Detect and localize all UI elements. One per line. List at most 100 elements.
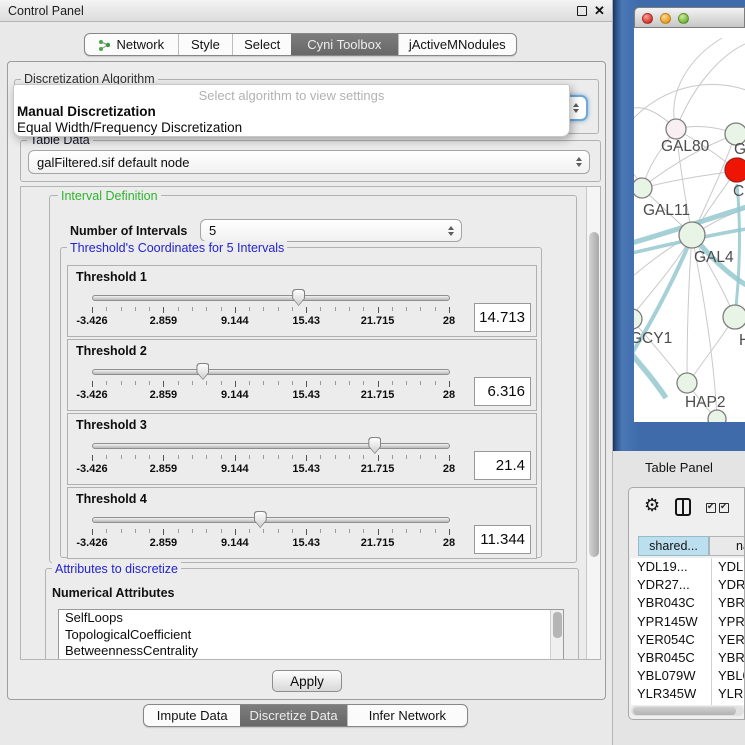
slider-track[interactable]: [92, 295, 450, 301]
network-node-gal4[interactable]: [679, 222, 705, 248]
threshold-value-field[interactable]: 14.713: [474, 303, 531, 332]
column-header-shared-name[interactable]: shared...: [638, 536, 709, 556]
float-window-icon[interactable]: [577, 6, 587, 16]
table-data-combobox[interactable]: galFiltered.sif default node: [28, 150, 590, 174]
table-cell[interactable]: YDL1: [718, 559, 744, 574]
close-light[interactable]: [642, 13, 653, 24]
tab-network[interactable]: Network: [85, 34, 178, 55]
tab-cyni-toolbox[interactable]: Cyni Toolbox: [291, 34, 398, 55]
table-cell[interactable]: YLR345W: [637, 686, 696, 701]
slider-tick: [249, 307, 250, 311]
table-row[interactable]: YPR145W YPR1: [631, 613, 744, 631]
table-cell[interactable]: YBR0: [718, 650, 744, 665]
tab-style[interactable]: Style: [178, 34, 233, 55]
network-node-gal11[interactable]: [634, 178, 652, 198]
threshold-value-field[interactable]: 6.316: [474, 377, 531, 406]
table-cell[interactable]: YER0: [718, 632, 744, 647]
network-node-h[interactable]: [723, 305, 745, 329]
table-cell[interactable]: YER054C: [637, 632, 695, 647]
dropdown-item-manual-discretization[interactable]: Manual Discretization: [17, 104, 156, 119]
dropdown-item-equal-width-frequency[interactable]: Equal Width/Frequency Discretization: [17, 120, 242, 135]
vertical-scrollbar[interactable]: [586, 187, 600, 659]
slider-tick: [306, 529, 307, 535]
slider-tick: [392, 381, 393, 385]
table-cell[interactable]: YDR27...: [637, 577, 690, 592]
attribute-list-item[interactable]: SelfLoops: [59, 610, 563, 627]
tab-select[interactable]: Select: [232, 34, 291, 55]
numerical-attributes-list[interactable]: SelfLoopsTopologicalCoefficientBetweenne…: [58, 609, 564, 660]
table-cell[interactable]: YBR045C: [637, 650, 695, 665]
network-node[interactable]: [708, 410, 726, 422]
attribute-list-item[interactable]: BetweennessCentrality: [59, 643, 563, 660]
tab-discretize-data[interactable]: Discretize Data: [240, 705, 346, 726]
slider-track[interactable]: [92, 369, 450, 375]
vertical-scrollbar-thumb[interactable]: [589, 232, 599, 557]
tab-impute-data[interactable]: Impute Data: [144, 705, 240, 726]
table-cell[interactable]: YBL0: [718, 668, 744, 683]
slider-tick: [121, 455, 122, 459]
table-row[interactable]: YIL052CYIL0: [631, 704, 744, 705]
attribute-list-item[interactable]: TopologicalCoefficient: [59, 627, 563, 644]
threshold-value-field[interactable]: 21.4: [474, 451, 531, 480]
tab-jactivemnodules[interactable]: jActiveMNodules: [398, 34, 516, 55]
threshold-slider[interactable]: -3.4262.8599.14415.4321.71528: [68, 340, 536, 410]
minimize-light[interactable]: [660, 13, 671, 24]
list-scrollbar-thumb[interactable]: [553, 612, 562, 638]
tab-infer-network[interactable]: Infer Network: [347, 705, 467, 726]
slider-handle[interactable]: [292, 289, 305, 306]
table-row[interactable]: YLR345W YLR3: [631, 685, 744, 703]
slider-tick: [235, 529, 236, 535]
column-split-icon[interactable]: [675, 498, 691, 516]
gear-icon[interactable]: ⚙: [644, 496, 660, 514]
slider-tick: [420, 455, 421, 459]
slider-handle[interactable]: [254, 511, 267, 528]
number-of-intervals-combobox[interactable]: 5: [200, 219, 462, 242]
network-node-c[interactable]: [725, 158, 745, 182]
threshold-slider[interactable]: -3.4262.8599.14415.4321.71528: [68, 414, 536, 484]
network-node-hap2[interactable]: [677, 373, 697, 393]
slider-tick: [449, 529, 450, 535]
table-row[interactable]: YBR045C YBR0: [631, 649, 744, 667]
slider-scale-label: 15.43: [292, 315, 320, 327]
table-row[interactable]: YBR043C YBR0: [631, 594, 744, 612]
horizontal-scrollbar[interactable]: [631, 706, 744, 716]
table-cell[interactable]: YPR1: [718, 614, 744, 629]
network-node-gal80[interactable]: [666, 119, 686, 139]
slider-track[interactable]: [92, 517, 450, 523]
table-cell[interactable]: YLR3: [718, 686, 744, 701]
slider-tick: [292, 455, 293, 459]
table-row[interactable]: YDL19... YDL1: [631, 558, 744, 576]
network-node-gcy1[interactable]: [634, 309, 642, 329]
table-cell[interactable]: YBR043C: [637, 595, 695, 610]
slider-scale-label: 15.43: [292, 463, 320, 475]
slider-handle[interactable]: [368, 437, 381, 454]
horizontal-scrollbar-thumb[interactable]: [633, 707, 736, 715]
column-header-name[interactable]: na: [709, 536, 745, 556]
table-cell[interactable]: YBR0: [718, 595, 744, 610]
slider-tick: [378, 455, 379, 461]
slider-handle[interactable]: [196, 363, 209, 380]
select-all-checkbox-icon[interactable]: [706, 503, 716, 513]
table-cell[interactable]: YDR2: [718, 577, 744, 592]
slider-track[interactable]: [92, 443, 450, 449]
deselect-all-checkbox-icon[interactable]: [719, 503, 729, 513]
slider-tick: [135, 455, 136, 459]
threshold-slider[interactable]: -3.4262.8599.14415.4321.71528: [68, 488, 536, 558]
slider-scale-label: 28: [443, 315, 455, 327]
table-cell[interactable]: YPR145W: [637, 614, 698, 629]
network-canvas[interactable]: GAL80GCGAL11GAL4GCY1HHAP2: [634, 28, 745, 422]
threshold-value-field[interactable]: 11.344: [474, 525, 531, 554]
network-window-titlebar[interactable]: [634, 7, 745, 28]
table-row[interactable]: YBL079W YBL0: [631, 667, 744, 685]
threshold-slider[interactable]: -3.4262.8599.14415.4321.71528: [68, 266, 536, 336]
list-scrollbar[interactable]: [550, 610, 563, 660]
close-icon[interactable]: ✕: [594, 3, 605, 19]
table-cell[interactable]: YDL19...: [637, 559, 688, 574]
apply-button[interactable]: Apply: [272, 670, 342, 692]
table-row[interactable]: YDR27... YDR2: [631, 576, 744, 594]
zoom-light[interactable]: [678, 13, 689, 24]
table-cell[interactable]: YBL079W: [637, 668, 696, 683]
slider-scale-label: 21.715: [361, 463, 395, 475]
slider-tick: [135, 381, 136, 385]
table-row[interactable]: YER054C YER0: [631, 631, 744, 649]
